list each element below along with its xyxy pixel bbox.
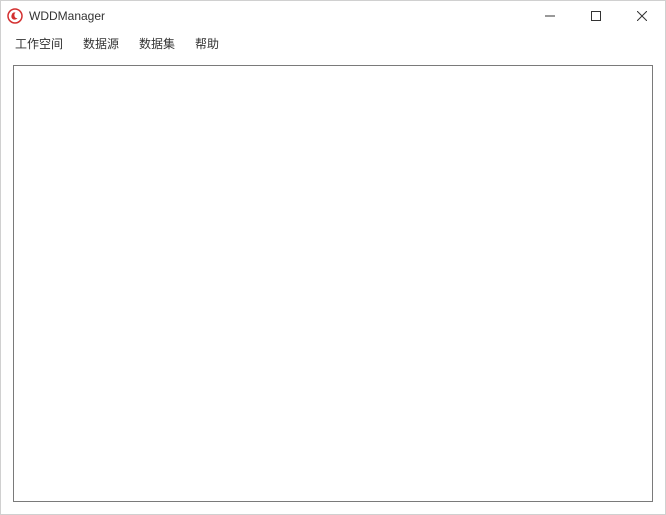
menubar: 工作空间 数据源 数据集 帮助 [1,31,665,55]
close-button[interactable] [619,1,665,31]
minimize-button[interactable] [527,1,573,31]
window-title: WDDManager [29,9,105,23]
menu-workspace[interactable]: 工作空间 [5,32,73,55]
menu-help[interactable]: 帮助 [185,32,229,55]
maximize-button[interactable] [573,1,619,31]
titlebar: WDDManager [1,1,665,31]
window-controls [527,1,665,31]
content-panel [13,65,653,502]
content-area [1,55,665,514]
maximize-icon [591,11,601,21]
menu-datasource[interactable]: 数据源 [73,32,129,55]
menu-dataset[interactable]: 数据集 [129,32,185,55]
close-icon [637,11,647,21]
app-icon [7,8,23,24]
minimize-icon [545,11,555,21]
